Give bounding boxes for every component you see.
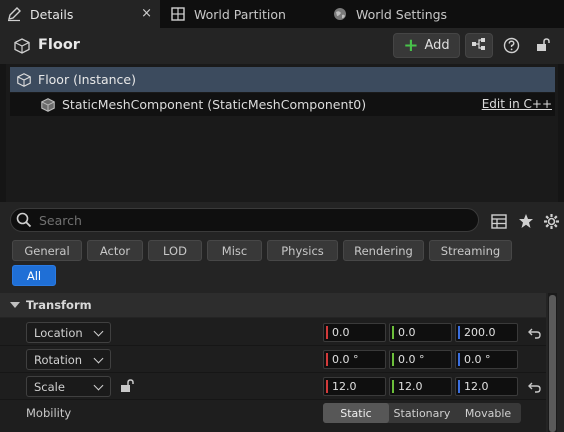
- chevron-down-icon: [93, 380, 104, 391]
- filter-misc[interactable]: Misc: [207, 240, 262, 261]
- help-icon[interactable]: [502, 36, 520, 54]
- value: 0.0 °: [464, 353, 491, 366]
- actor-cube-icon: [13, 37, 31, 55]
- unlock-icon[interactable]: [119, 378, 135, 394]
- add-component-button[interactable]: + Add: [393, 33, 460, 58]
- search-placeholder: Search: [39, 212, 82, 228]
- x-axis-marker: [326, 353, 328, 366]
- y-axis-marker: [392, 353, 394, 366]
- tab-bar: Details × World Partition World Settings: [0, 0, 564, 28]
- z-axis-marker: [458, 353, 460, 366]
- scale-y-field[interactable]: 12.0: [389, 377, 452, 396]
- row-divider: [0, 372, 546, 373]
- reset-arrow-icon[interactable]: [527, 326, 541, 340]
- location-z-field[interactable]: 200.0: [455, 323, 518, 342]
- scale-dropdown[interactable]: Scale: [26, 376, 111, 397]
- globe-icon: [332, 6, 348, 22]
- filter-rendering[interactable]: Rendering: [343, 240, 424, 261]
- search-input[interactable]: Search: [10, 208, 479, 232]
- collapse-arrow-icon: [10, 302, 20, 308]
- mobility-movable-option[interactable]: Movable: [455, 403, 521, 423]
- star-icon[interactable]: [517, 212, 535, 230]
- filter-all[interactable]: All: [12, 265, 56, 286]
- tab-details[interactable]: Details ×: [0, 0, 160, 28]
- row-divider: [0, 345, 546, 346]
- plus-icon: +: [403, 34, 419, 56]
- chevron-down-icon: [93, 353, 104, 364]
- value: 0.0 °: [332, 353, 359, 366]
- filter-physics[interactable]: Physics: [267, 240, 338, 261]
- value: 12.0: [464, 380, 489, 393]
- pencil-icon: [6, 6, 22, 22]
- gear-icon[interactable]: [542, 212, 560, 230]
- rotation-dropdown[interactable]: Rotation: [26, 349, 111, 370]
- tree-item-label: Floor (Instance): [38, 72, 136, 87]
- reset-arrow-icon[interactable]: [527, 380, 541, 394]
- tab-label: World Partition: [194, 6, 286, 22]
- value: 0.0 °: [398, 353, 425, 366]
- mobility-static-option[interactable]: Static: [323, 403, 389, 423]
- value: 0.0: [332, 326, 350, 339]
- value: 12.0: [332, 380, 357, 393]
- details-header: Floor + Add: [0, 28, 564, 64]
- tree-item-root[interactable]: Floor (Instance): [10, 67, 555, 92]
- component-tree: Floor (Instance) StaticMeshComponent (St…: [6, 64, 558, 202]
- rotation-y-field[interactable]: 0.0 °: [389, 350, 452, 369]
- actor-title: Floor: [38, 37, 80, 53]
- z-axis-marker: [458, 326, 460, 339]
- static-mesh-icon: [40, 97, 56, 113]
- row-divider: [0, 399, 546, 400]
- section-title: Transform: [26, 298, 92, 312]
- tab-label: Details: [30, 6, 74, 22]
- chevron-down-icon: [93, 326, 104, 337]
- tab-world-settings[interactable]: World Settings: [332, 0, 447, 28]
- scale-x-field[interactable]: 12.0: [323, 377, 386, 396]
- mobility-stationary-option[interactable]: Stationary: [389, 403, 455, 423]
- dropdown-label: Scale: [34, 379, 65, 394]
- value: 12.0: [398, 380, 423, 393]
- value: 200.0: [464, 326, 496, 339]
- dropdown-label: Rotation: [34, 352, 83, 367]
- transform-section-header[interactable]: Transform: [0, 293, 546, 317]
- close-icon[interactable]: ×: [141, 6, 152, 21]
- rotation-x-field[interactable]: 0.0 °: [323, 350, 386, 369]
- table-view-icon[interactable]: [490, 212, 508, 230]
- mobility-selector: Static Stationary Movable: [323, 403, 521, 423]
- x-axis-marker: [326, 326, 328, 339]
- scale-z-field[interactable]: 12.0: [455, 377, 518, 396]
- add-label: Add: [424, 38, 450, 53]
- value: 0.0: [398, 326, 416, 339]
- location-y-field[interactable]: 0.0: [389, 323, 452, 342]
- blueprint-icon: [471, 37, 487, 54]
- tree-item-static-mesh[interactable]: StaticMeshComponent (StaticMeshComponent…: [10, 93, 555, 116]
- y-axis-marker: [392, 380, 394, 393]
- scrollbar-thumb[interactable]: [549, 295, 556, 432]
- blueprint-button[interactable]: [465, 33, 493, 58]
- grid-icon: [170, 6, 186, 22]
- tree-item-label: StaticMeshComponent (StaticMeshComponent…: [62, 97, 367, 112]
- tab-label: World Settings: [356, 6, 448, 22]
- y-axis-marker: [392, 326, 394, 339]
- x-axis-marker: [326, 380, 328, 393]
- filter-actor[interactable]: Actor: [87, 240, 143, 261]
- location-dropdown[interactable]: Location: [26, 322, 111, 343]
- z-axis-marker: [458, 380, 460, 393]
- tab-world-partition[interactable]: World Partition: [170, 0, 286, 28]
- filter-general[interactable]: General: [12, 240, 82, 261]
- rotation-z-field[interactable]: 0.0 °: [455, 350, 518, 369]
- dropdown-label: Location: [34, 325, 83, 340]
- edit-in-cpp-link[interactable]: Edit in C++: [482, 97, 552, 111]
- filter-streaming[interactable]: Streaming: [429, 240, 512, 261]
- mobility-label: Mobility: [26, 406, 72, 420]
- actor-cube-icon: [16, 72, 32, 88]
- location-x-field[interactable]: 0.0: [323, 323, 386, 342]
- filter-lod[interactable]: LOD: [148, 240, 202, 261]
- search-icon: [15, 211, 33, 229]
- unlock-icon[interactable]: [534, 36, 552, 54]
